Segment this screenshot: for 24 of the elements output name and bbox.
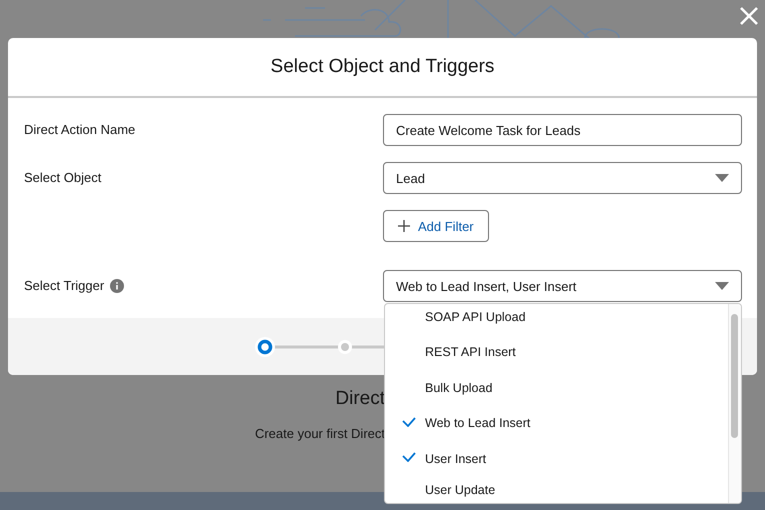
- dropdown-option[interactable]: REST API Insert: [385, 334, 729, 370]
- field-label: Direct Action Name: [24, 122, 136, 137]
- info-icon[interactable]: [110, 278, 124, 292]
- text-input-field[interactable]: Create Welcome Task for Leads: [383, 114, 742, 146]
- dropdown-option[interactable]: SOAP API Upload: [385, 304, 729, 334]
- close-icon: [740, 7, 758, 25]
- check-icon: [402, 452, 416, 462]
- empty-state-text: Create your first Direct: [254, 426, 385, 441]
- field-label: Select Trigger: [24, 278, 104, 293]
- dropdown-option[interactable]: Bulk Upload: [385, 370, 729, 406]
- caret-icon: [715, 174, 729, 182]
- empty-state-title: Direct: [335, 388, 385, 410]
- modal-title: Select Object and Triggers: [8, 38, 757, 98]
- add-filter-button[interactable]: Add Filter: [383, 210, 489, 242]
- check-icon: [402, 416, 416, 426]
- select-field[interactable]: Lead: [383, 162, 742, 194]
- plus-icon: [398, 220, 410, 232]
- dropdown-option[interactable]: Web to Lead Insert: [385, 406, 729, 441]
- field-label: Select Object: [24, 170, 102, 185]
- dropdown-option[interactable]: User Update: [385, 476, 729, 503]
- caret-icon: [715, 282, 729, 290]
- select-field[interactable]: Web to Lead Insert, User Insert: [383, 270, 742, 302]
- dropdown-option[interactable]: User Insert: [385, 441, 729, 476]
- scrollbar[interactable]: [728, 304, 741, 503]
